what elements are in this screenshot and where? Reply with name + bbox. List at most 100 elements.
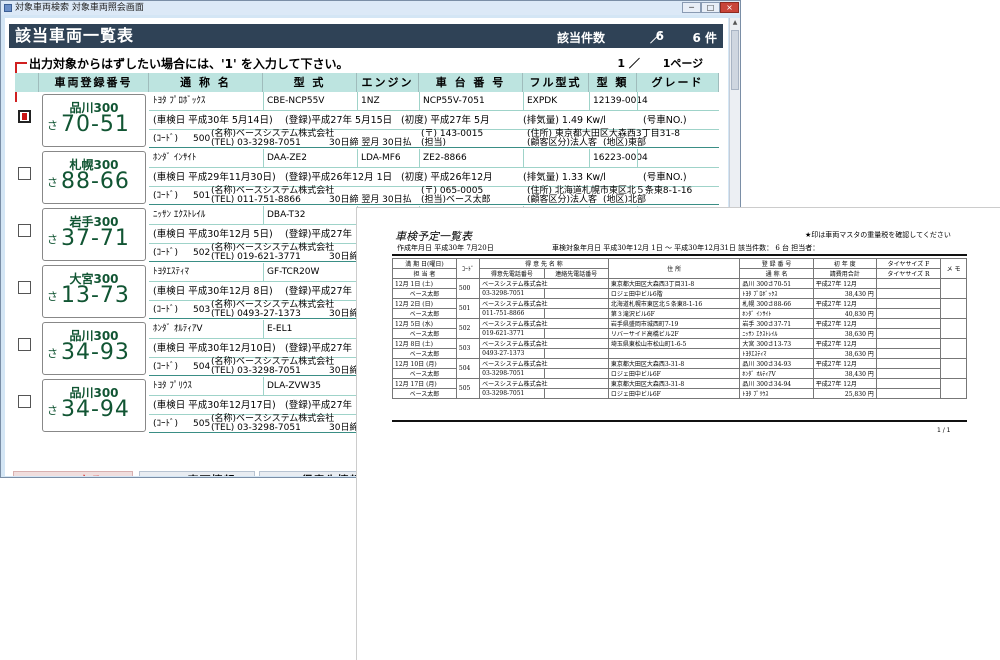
column-header-7: 型 類 bbox=[589, 73, 637, 92]
page-separator: ／ bbox=[628, 57, 640, 70]
function-key-esc-button[interactable]: Esc：戻る bbox=[13, 471, 133, 476]
report-customer-name: ベースシステム株式会社 bbox=[479, 338, 609, 349]
plate-kana: さ bbox=[47, 290, 58, 303]
report-first-year: 平成27年 12月 bbox=[812, 378, 877, 389]
exclude-checkbox[interactable] bbox=[18, 338, 31, 351]
report-cost-total: 38,630 円 bbox=[812, 328, 877, 339]
engine: LDA-MF6 bbox=[361, 153, 401, 163]
report-bottom-rule bbox=[392, 420, 967, 422]
inspection-date: (車検日 平成30年12月17日) bbox=[153, 400, 276, 411]
scroll-up-icon[interactable]: ▲ bbox=[730, 18, 740, 28]
vehicle-row[interactable]: 札幌300 さ 88-66 ﾎﾝﾀﾞ ｲﾝｻｲﾄ DAA-ZE2 LDA-MF6 ZE2-8… bbox=[15, 149, 719, 206]
registration-date: (登録)平成27年 5月15日 bbox=[285, 115, 393, 126]
customer-manager: (担当)ベース太郎 bbox=[421, 195, 491, 205]
report-cost-total: 38,630 円 bbox=[812, 348, 877, 359]
exclude-checkbox[interactable] bbox=[18, 395, 31, 408]
report-registration: 札幌 300さ88-66 bbox=[739, 298, 814, 309]
report-staff: ベース太郎 bbox=[392, 388, 457, 399]
plate-kana: さ bbox=[47, 176, 58, 189]
report-tire-rear bbox=[875, 348, 942, 359]
page-total: 1ページ bbox=[662, 57, 704, 70]
column-header-row: 車両登録番号通 称 名型 式エンジン車 台 番 号フル型式型 類グレード bbox=[15, 73, 719, 92]
minimize-button[interactable]: ─ bbox=[682, 2, 701, 13]
report-header-customer-tel: 得意先電話番号 bbox=[479, 268, 545, 279]
inspection-date: (車検日 平成30年12月10日) bbox=[153, 343, 276, 354]
report-staff: ベース太郎 bbox=[392, 308, 457, 319]
customer-code-label: (ｺｰﾄﾞ) bbox=[153, 362, 179, 372]
registration-date: (登録)平成27年 bbox=[285, 229, 353, 240]
close-button[interactable]: × bbox=[720, 2, 739, 13]
window-title: 対象車両検索 対象車両照会画面 bbox=[15, 3, 144, 13]
report-model-name: ﾆｯｻﾝ ｴｸｽﾄﾚｲﾙ bbox=[739, 328, 814, 339]
report-registration: 品川 300さ70-51 bbox=[739, 278, 814, 289]
vehicle-row[interactable]: 品川300 さ 70-51 ﾄﾖﾀ ﾌﾟﾛﾎﾞｯｸｽ CBE-NCP55V 1NZ NCP5… bbox=[15, 92, 719, 149]
maximize-button[interactable]: □ bbox=[701, 2, 720, 13]
report-tire-rear bbox=[875, 368, 942, 379]
exclude-checkbox[interactable] bbox=[18, 167, 31, 180]
model-name: ﾎﾝﾀﾞ ｲﾝｻｲﾄ bbox=[153, 153, 197, 163]
report-customer-tel: 0493-27-1373 bbox=[479, 348, 545, 359]
report-cost-total: 40,830 円 bbox=[812, 308, 877, 319]
report-header-due-date: 満 期 日(曜日) bbox=[392, 258, 457, 269]
report-tire-rear bbox=[875, 308, 942, 319]
report-header-first-year: 初 年 度 bbox=[812, 258, 877, 269]
report-code: 502 bbox=[455, 318, 481, 339]
report-registration: 品川 300さ34-93 bbox=[739, 358, 814, 369]
customer-category: (顧客区分)法人客 bbox=[527, 138, 598, 148]
license-plate: 品川300 さ 34-93 bbox=[42, 322, 146, 375]
pager: 1 ／ 1ページ bbox=[611, 55, 721, 71]
plate-number: 13-73 bbox=[61, 283, 130, 308]
customer-code-label: (ｺｰﾄﾞ) bbox=[153, 305, 179, 315]
chassis-number: ZE2-8866 bbox=[423, 153, 467, 163]
displacement: (排気量) 1.33 Kw/l bbox=[523, 172, 606, 183]
customer-code: 500 bbox=[193, 134, 211, 144]
report-row: 12月 2日 (日) 501 ベースシステム株式会社 北海道札幌市東区北５条東8-1-… bbox=[392, 298, 967, 319]
report-tire-front bbox=[875, 358, 942, 369]
plate-number: 34-93 bbox=[61, 340, 130, 365]
first-registration: (初度) 平成27年 5月 bbox=[401, 115, 490, 126]
chassis-number: NCP55V-7051 bbox=[423, 96, 485, 106]
report-registration: 品川 300さ34-94 bbox=[739, 378, 814, 389]
column-header-4: エンジン bbox=[357, 73, 419, 92]
count-separator: ／ bbox=[650, 31, 663, 45]
grid-line bbox=[523, 149, 524, 168]
report-count: 該当件数： 6 台 bbox=[738, 244, 790, 252]
title-bar: 対象車両検索 対象車両照会画面 ─ □ × bbox=[1, 1, 740, 15]
license-plate: 品川300 さ 34-94 bbox=[42, 379, 146, 432]
count-total: 6 件 bbox=[692, 31, 717, 45]
report-code: 505 bbox=[455, 378, 481, 399]
payment-terms: 30日締 翌月 30日払 bbox=[329, 138, 412, 148]
model-type: DAA-ZE2 bbox=[267, 153, 307, 163]
report-customer-name: ベースシステム株式会社 bbox=[479, 318, 609, 329]
report-row: 12月 1日 (土) 500 ベースシステム株式会社 東京都大田区大森西3丁目31-8… bbox=[392, 278, 967, 299]
payment-terms: 30日締 bbox=[329, 309, 359, 319]
function-key-f3-button[interactable]: F3：車両情報 bbox=[139, 471, 255, 476]
customer-area: (地区)東部 bbox=[603, 138, 647, 148]
inspection-date: (車検日 平成30年12月 8日) bbox=[153, 286, 273, 297]
exclude-checkbox[interactable] bbox=[18, 110, 31, 123]
grid-line bbox=[589, 149, 590, 168]
first-registration: (初度) 平成26年12月 bbox=[401, 172, 493, 183]
report-first-year: 平成27年 12月 bbox=[812, 278, 877, 289]
report-memo bbox=[940, 378, 967, 399]
report-address-line1: 東京都大田区大森西3丁目31-8 bbox=[607, 278, 741, 289]
plate-kana: さ bbox=[47, 347, 58, 360]
report-table: 満 期 日(曜日) ｺｰﾄﾞ得 意 先 名 称住 所登 録 番 号初 年 度タイヤ… bbox=[392, 258, 967, 399]
customer-category: (顧客区分)法人客 bbox=[527, 195, 598, 205]
registration-date: (登録)平成26年12月 1日 bbox=[285, 172, 393, 183]
page-title: 該当車両一覧表 bbox=[15, 26, 135, 45]
payment-terms: 30日締 翌月 30日払 bbox=[329, 195, 412, 205]
grid-line bbox=[357, 149, 358, 168]
report-header-staff: 担 当 者 bbox=[392, 268, 457, 279]
report-memo bbox=[940, 318, 967, 339]
report-address-line2: ロジェ田中ビル6階 bbox=[607, 288, 741, 299]
report-model-name: ﾄﾖﾀ ﾌﾟﾘｳｽ bbox=[739, 388, 814, 399]
customer-code: 502 bbox=[193, 248, 211, 258]
customer-code: 505 bbox=[193, 419, 211, 429]
report-tire-rear bbox=[875, 328, 942, 339]
report-target: 車検対象年月日 平成30年12月 1日 〜 平成30年12月31日 bbox=[552, 244, 736, 252]
exclude-checkbox[interactable] bbox=[18, 224, 31, 237]
report-staff: ベース太郎 bbox=[392, 328, 457, 339]
exclude-checkbox[interactable] bbox=[18, 281, 31, 294]
scroll-thumb[interactable] bbox=[731, 30, 739, 90]
